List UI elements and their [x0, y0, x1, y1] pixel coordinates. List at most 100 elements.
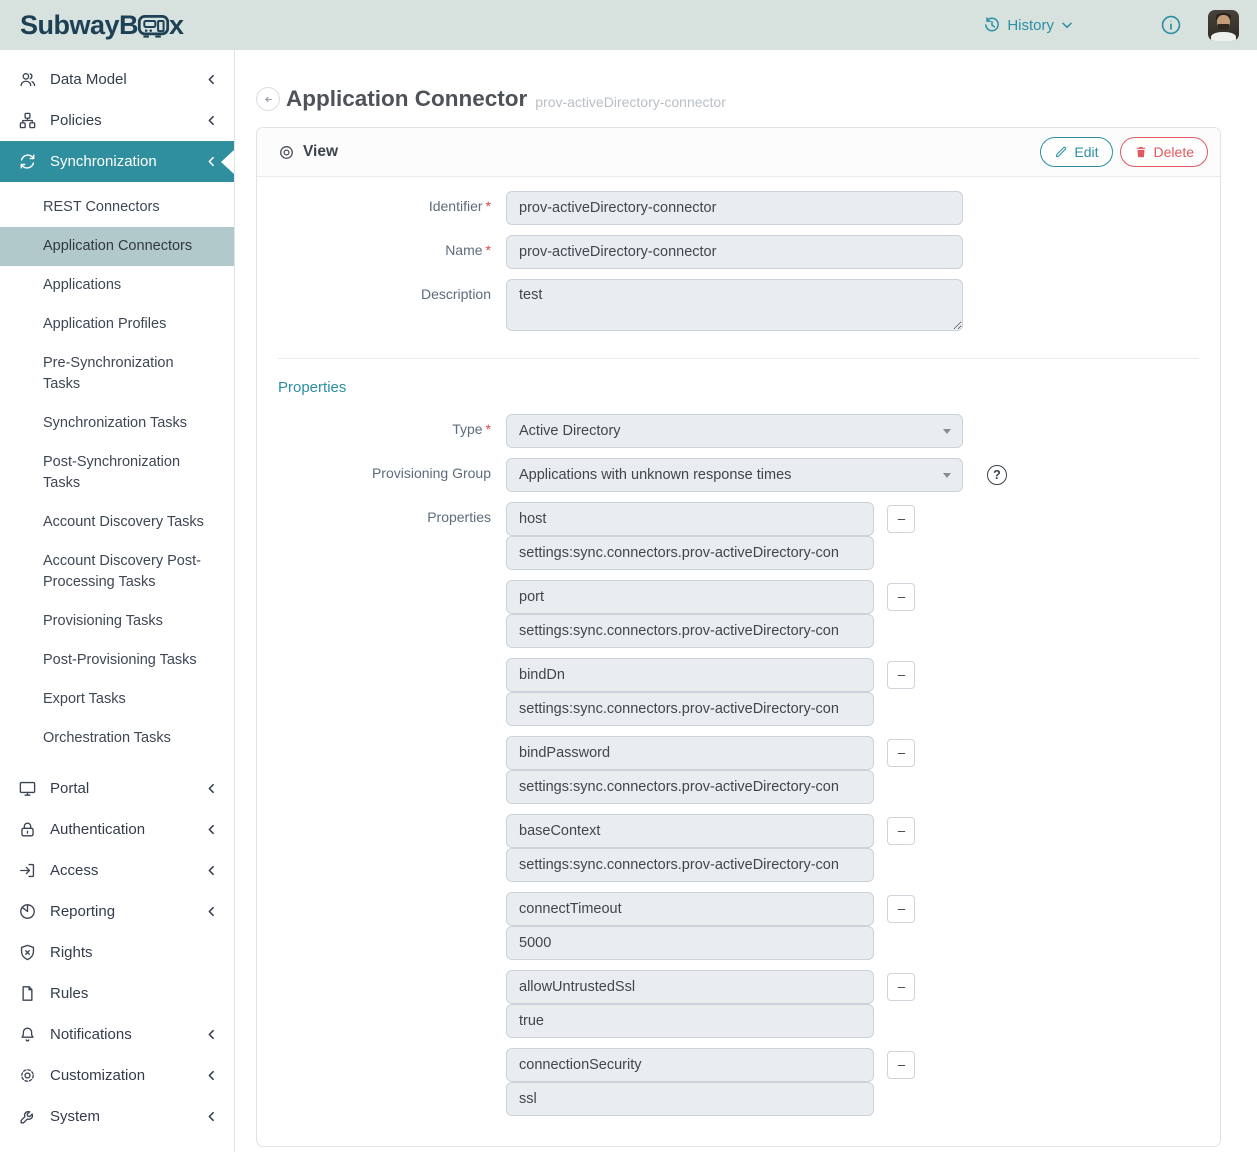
remove-property-button[interactable]: [887, 817, 915, 845]
edit-button-label: Edit: [1074, 144, 1098, 160]
chevron-left-icon: [205, 73, 218, 86]
sidebar-item-orchestration-tasks[interactable]: Orchestration Tasks: [0, 719, 234, 758]
property-value-input[interactable]: [506, 770, 874, 804]
delete-button-label: Delete: [1154, 144, 1194, 160]
sidebar-item-access[interactable]: Access: [0, 850, 234, 891]
pencil-icon: [1054, 145, 1068, 159]
property-pair: [506, 892, 915, 960]
sidebar-item-post-provisioning-tasks[interactable]: Post-Provisioning Tasks: [0, 641, 234, 680]
sidebar-item-account-discovery-post-processing-tasks[interactable]: Account Discovery Post-Processing Tasks: [0, 542, 234, 602]
caret-down-icon: [943, 473, 951, 478]
name-label: Name*: [278, 235, 506, 269]
property-value-input[interactable]: [506, 926, 874, 960]
sidebar-item-policies[interactable]: Policies: [0, 100, 234, 141]
sidebar-item-rest-connectors[interactable]: REST Connectors: [0, 188, 234, 227]
lock-icon: [18, 820, 37, 839]
property-value-input[interactable]: [506, 848, 874, 882]
sidebar-item-rules[interactable]: Rules: [0, 973, 234, 1014]
property-value-input[interactable]: [506, 692, 874, 726]
brand-text-pre: SubwayB: [20, 10, 138, 41]
type-select[interactable]: Active Directory: [506, 414, 963, 448]
property-pair: [506, 814, 915, 882]
main-content: Application Connector prov-activeDirecto…: [235, 50, 1257, 1152]
sidebar-item-application-profiles[interactable]: Application Profiles: [0, 305, 234, 344]
sidebar-item-applications[interactable]: Applications: [0, 266, 234, 305]
property-pair: [506, 970, 915, 1038]
chevron-left-icon: [205, 1028, 218, 1041]
chevron-down-icon: [1060, 18, 1074, 32]
property-key-input[interactable]: [506, 580, 874, 614]
property-key-input[interactable]: [506, 970, 874, 1004]
provisioning-group-select[interactable]: Applications with unknown response times: [506, 458, 963, 492]
sidebar-item-export-tasks[interactable]: Export Tasks: [0, 680, 234, 719]
sidebar-item-synchronization[interactable]: Synchronization: [0, 141, 234, 182]
remove-property-button[interactable]: [887, 973, 915, 1001]
property-value-input[interactable]: [506, 1004, 874, 1038]
sidebar-item-authentication[interactable]: Authentication: [0, 809, 234, 850]
name-input[interactable]: [506, 235, 963, 269]
sidebar-item-customization[interactable]: Customization: [0, 1055, 234, 1096]
description-textarea[interactable]: test: [506, 279, 963, 331]
identifier-input[interactable]: [506, 191, 963, 225]
property-key-input[interactable]: [506, 502, 874, 536]
sidebar-item-data-model[interactable]: Data Model: [0, 59, 234, 100]
back-button[interactable]: [256, 87, 280, 111]
remove-property-button[interactable]: [887, 505, 915, 533]
user-avatar[interactable]: [1208, 10, 1239, 41]
remove-property-button[interactable]: [887, 583, 915, 611]
sidebar-item-account-discovery-tasks[interactable]: Account Discovery Tasks: [0, 503, 234, 542]
help-icon[interactable]: ?: [987, 465, 1007, 485]
file-icon: [18, 984, 37, 1003]
trash-icon: [1134, 145, 1148, 159]
property-value-input[interactable]: [506, 536, 874, 570]
chevron-left-icon: [205, 114, 218, 127]
sidebar-item-post-synchronization-tasks[interactable]: Post-Synchronization Tasks: [0, 443, 234, 503]
sidebar-item-application-connectors[interactable]: Application Connectors: [0, 227, 234, 266]
app-logo[interactable]: SubwayB x: [20, 10, 184, 41]
property-key-input[interactable]: [506, 658, 874, 692]
property-value-input[interactable]: [506, 614, 874, 648]
remove-property-button[interactable]: [887, 661, 915, 689]
sidebar-item-label: Data Model: [50, 71, 127, 88]
sidebar-item-label: Portal: [50, 780, 89, 797]
sidebar-item-label: Rights: [50, 944, 93, 961]
sidebar-nav: Data Model Policies: [0, 50, 235, 1152]
chevron-left-icon: [205, 155, 218, 168]
property-value-input[interactable]: [506, 1082, 874, 1116]
remove-property-button[interactable]: [887, 895, 915, 923]
sidebar-item-provisioning-tasks[interactable]: Provisioning Tasks: [0, 602, 234, 641]
wrench-icon: [18, 1107, 37, 1126]
sidebar-item-rights[interactable]: Rights: [0, 932, 234, 973]
sidebar-item-label: Authentication: [50, 821, 145, 838]
sidebar-item-portal[interactable]: Portal: [0, 768, 234, 809]
property-key-input[interactable]: [506, 892, 874, 926]
edit-button[interactable]: Edit: [1040, 137, 1112, 167]
property-pair: [506, 502, 915, 570]
properties-row: Properties: [278, 502, 1199, 1126]
page-title: Application Connector: [286, 86, 527, 112]
required-mark: *: [486, 242, 491, 258]
sidebar-item-reporting[interactable]: Reporting: [0, 891, 234, 932]
history-label: History: [1007, 17, 1054, 34]
sidebar-item-system[interactable]: System: [0, 1096, 234, 1137]
remove-property-button[interactable]: [887, 1051, 915, 1079]
sync-icon: [18, 152, 37, 171]
caret-down-icon: [943, 429, 951, 434]
property-key-input[interactable]: [506, 1048, 874, 1082]
sidebar-item-notifications[interactable]: Notifications: [0, 1014, 234, 1055]
info-icon[interactable]: [1160, 14, 1182, 36]
monitor-icon: [18, 779, 37, 798]
users-icon: [18, 70, 37, 89]
history-menu[interactable]: History: [983, 16, 1074, 34]
property-key-input[interactable]: [506, 736, 874, 770]
sidebar-item-pre-synchronization-tasks[interactable]: Pre-Synchronization Tasks: [0, 344, 234, 404]
sidebar-item-label: Notifications: [50, 1026, 132, 1043]
remove-property-button[interactable]: [887, 739, 915, 767]
required-mark: *: [486, 198, 491, 214]
chevron-left-icon: [205, 1110, 218, 1123]
property-key-input[interactable]: [506, 814, 874, 848]
chevron-left-icon: [205, 864, 218, 877]
type-row: Type* Active Directory: [278, 414, 1199, 448]
sidebar-item-synchronization-tasks[interactable]: Synchronization Tasks: [0, 404, 234, 443]
delete-button[interactable]: Delete: [1120, 137, 1208, 167]
